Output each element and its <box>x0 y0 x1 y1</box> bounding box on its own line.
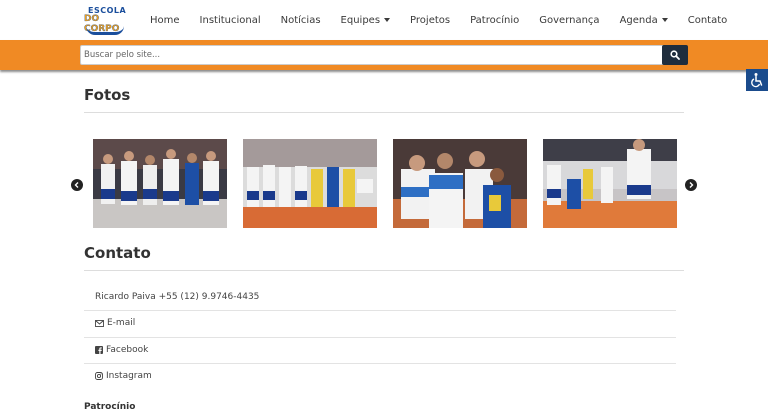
chevron-right-icon <box>689 182 694 188</box>
contact-instagram-label: Instagram <box>106 371 152 381</box>
nav-home-label: Home <box>150 14 180 26</box>
contact-phone-text: Ricardo Paiva +55 (12) 9.9746-4435 <box>95 292 260 302</box>
contact-email-label: E-mail <box>107 318 136 328</box>
contact-facebook-label: Facebook <box>106 345 149 355</box>
nav-governanca-label: Governança <box>539 14 600 26</box>
contact-phone: Ricardo Paiva +55 (12) 9.9746-4435 <box>95 292 259 302</box>
section-title-fotos: Fotos <box>84 86 131 104</box>
nav-equipes[interactable]: Equipes <box>341 15 391 26</box>
carousel-prev-button[interactable] <box>71 179 83 191</box>
nav-contato-label: Contato <box>687 14 728 26</box>
nav-patrocinio-label: Patrocínio <box>470 14 520 26</box>
logo-swoosh <box>86 26 124 35</box>
carousel-photo[interactable] <box>543 139 677 228</box>
wheelchair-icon <box>751 73 763 88</box>
search-icon <box>670 50 680 60</box>
contact-email-link[interactable]: E-mail <box>95 318 135 328</box>
nav-patrocinio[interactable]: Patrocínio <box>470 15 519 26</box>
carousel-photo[interactable] <box>93 139 227 228</box>
nav-noticias-label: Notícias <box>280 14 321 26</box>
section-title-patrocinio: Patrocínio <box>84 402 136 412</box>
row-divider <box>84 310 676 311</box>
contact-instagram-link[interactable]: Instagram <box>95 371 152 381</box>
caret-down-icon <box>661 18 668 22</box>
chevron-left-icon <box>74 182 79 188</box>
nav-agenda-label: Agenda <box>619 14 658 26</box>
carousel-photo[interactable] <box>243 139 377 228</box>
divider <box>84 112 684 113</box>
top-navbar: ESCOLA DO CORPO Home Institucional Notíc… <box>0 0 768 40</box>
carousel-photo[interactable] <box>393 139 527 228</box>
site-logo[interactable]: ESCOLA DO CORPO <box>84 6 128 35</box>
nav-agenda[interactable]: Agenda <box>620 15 668 26</box>
nav-institucional-label: Institucional <box>199 14 261 26</box>
row-divider <box>84 363 676 364</box>
divider <box>84 270 684 271</box>
search-input[interactable] <box>80 45 665 65</box>
nav-noticias[interactable]: Notícias <box>281 15 321 26</box>
nav-equipes-label: Equipes <box>340 14 381 26</box>
accessibility-button[interactable] <box>746 69 768 91</box>
search-button[interactable] <box>662 45 688 65</box>
facebook-icon <box>95 346 103 354</box>
caret-down-icon <box>384 18 391 22</box>
nav-contato[interactable]: Contato <box>688 15 728 26</box>
contact-facebook-link[interactable]: Facebook <box>95 345 148 355</box>
envelope-icon <box>95 319 104 327</box>
nav-home[interactable]: Home <box>150 15 180 26</box>
nav-institucional[interactable]: Institucional <box>200 15 261 26</box>
search-bar <box>0 40 768 70</box>
main-nav: Home Institucional Notícias Equipes Proj… <box>140 0 737 40</box>
section-title-contato: Contato <box>84 244 151 262</box>
nav-governanca[interactable]: Governança <box>539 15 599 26</box>
nav-projetos[interactable]: Projetos <box>410 15 450 26</box>
nav-projetos-label: Projetos <box>410 14 451 26</box>
row-divider <box>84 337 676 338</box>
carousel-next-button[interactable] <box>685 179 697 191</box>
instagram-icon <box>95 372 103 380</box>
